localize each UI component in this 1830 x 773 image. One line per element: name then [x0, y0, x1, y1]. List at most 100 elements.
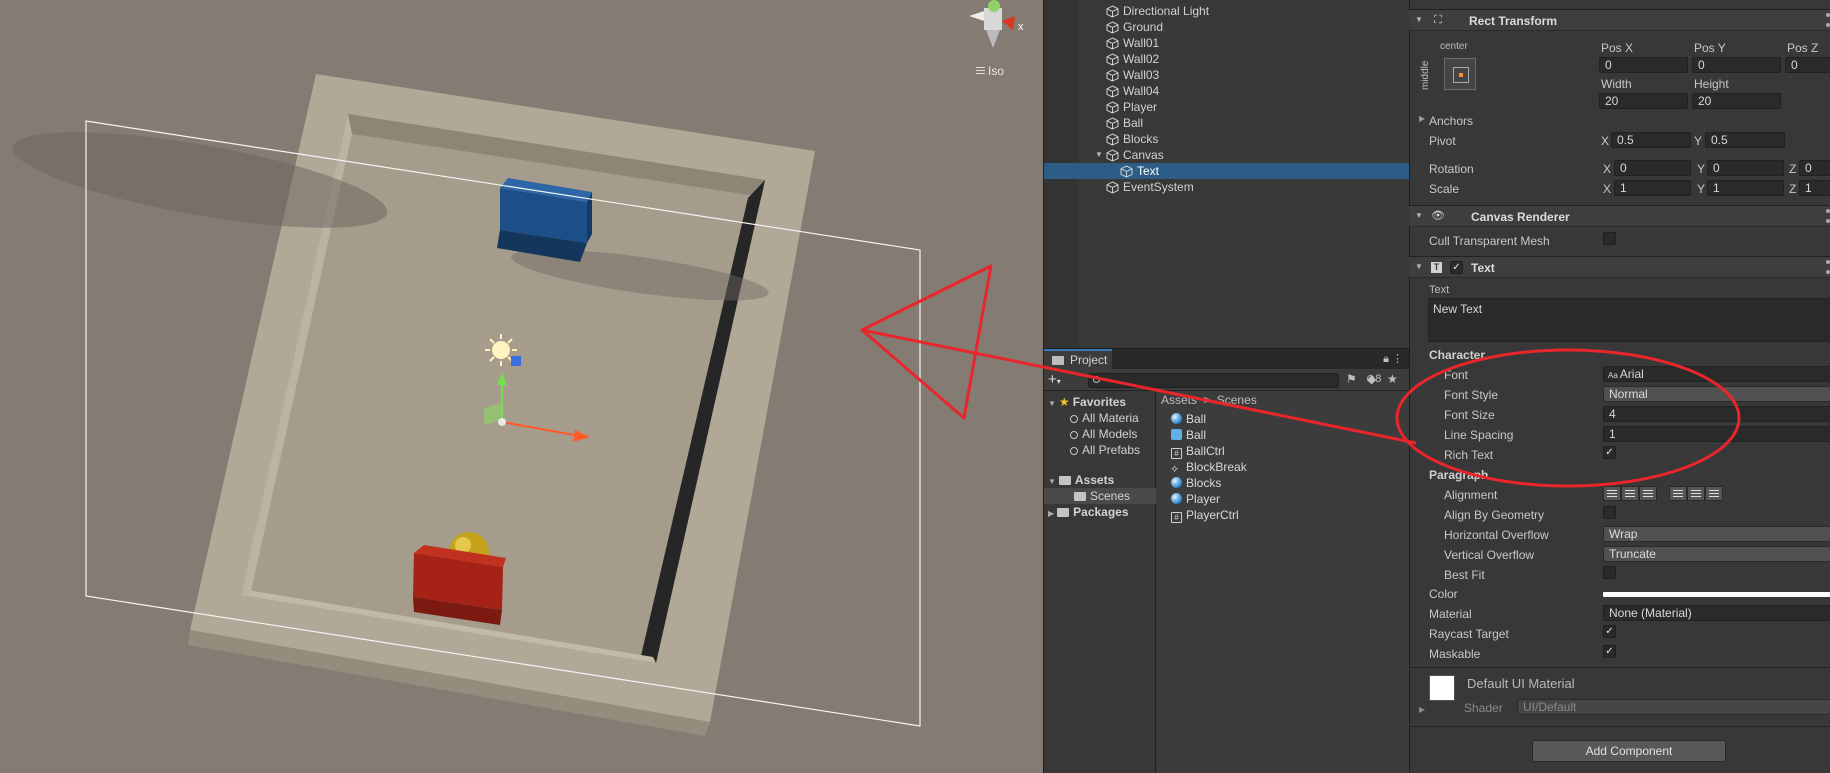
pos-x-field[interactable]: 0 — [1599, 57, 1688, 73]
asset-item[interactable]: Ball — [1171, 411, 1206, 427]
text-content-area[interactable]: New Text — [1428, 298, 1830, 342]
scenes-folder[interactable]: Scenes — [1044, 488, 1156, 504]
raycast-checkbox[interactable]: ✓ — [1603, 625, 1616, 638]
hierarchy-item[interactable]: EventSystem — [1044, 179, 1410, 195]
height-field[interactable]: 20 — [1692, 93, 1781, 109]
hierarchy-item[interactable]: Wall03 — [1044, 67, 1410, 83]
component-menu-icon[interactable] — [1826, 209, 1830, 223]
hierarchy-item[interactable]: Ball — [1044, 115, 1410, 131]
asset-item[interactable]: Blocks — [1171, 475, 1221, 491]
align-right-button[interactable] — [1639, 486, 1657, 501]
favorite-all-models[interactable]: All Models — [1070, 426, 1137, 442]
shader-foldout-icon[interactable]: ▶ — [1419, 705, 1425, 714]
font-size-label: Font Size — [1444, 408, 1495, 422]
foldout-arrow-icon[interactable]: ▼ — [1415, 15, 1423, 24]
component-menu-icon[interactable] — [1826, 260, 1830, 274]
star-filter-icon[interactable]: ★ — [1387, 372, 1398, 386]
favorite-all-materials[interactable]: All Materia — [1070, 410, 1139, 426]
align-left-button[interactable] — [1603, 486, 1621, 501]
font-field[interactable]: Aa Arial — [1603, 366, 1830, 382]
svg-text:x: x — [1018, 21, 1024, 33]
anchors-foldout-icon[interactable]: ▶ — [1419, 114, 1425, 123]
orientation-gizmo[interactable]: x — [969, 0, 1024, 48]
favorite-all-prefabs[interactable]: All Prefabs — [1070, 442, 1140, 458]
asset-item[interactable]: # PlayerCtrl — [1171, 507, 1239, 523]
line-spacing-label: Line Spacing — [1444, 428, 1514, 442]
expand-arrow-icon[interactable]: ▼ — [1095, 147, 1103, 163]
rotation-y-field[interactable]: 0 — [1707, 160, 1784, 176]
material-field[interactable]: None (Material) — [1603, 605, 1830, 621]
gameobject-cube-icon — [1106, 181, 1119, 194]
breadcrumb-assets[interactable]: Assets — [1161, 393, 1197, 407]
text-enabled-checkbox[interactable]: ✓ — [1450, 261, 1463, 274]
cull-mesh-checkbox[interactable] — [1603, 232, 1616, 245]
font-style-dropdown[interactable]: Normal — [1603, 386, 1830, 402]
color-field[interactable] — [1603, 592, 1830, 597]
pivot-y-field[interactable]: 0.5 — [1705, 132, 1785, 148]
filter-type-icon[interactable]: ⚑ — [1346, 372, 1357, 386]
hierarchy-item[interactable]: Wall01 — [1044, 35, 1410, 51]
create-button[interactable]: +▾ — [1048, 372, 1061, 389]
foldout-arrow-icon[interactable]: ▼ — [1415, 262, 1423, 271]
v-overflow-dropdown[interactable]: Truncate — [1603, 546, 1830, 562]
add-component-button[interactable]: Add Component — [1532, 740, 1726, 762]
align-middle-button[interactable] — [1687, 486, 1705, 501]
pivot-x-field[interactable]: 0.5 — [1611, 132, 1691, 148]
hidden-count[interactable]: ⊘8 — [1366, 372, 1381, 385]
asset-item[interactable]: # BallCtrl — [1171, 443, 1225, 459]
search-icon — [1070, 431, 1078, 439]
scene-view[interactable]: x Iso — [0, 0, 1043, 773]
scene-viewport[interactable]: x — [0, 0, 1043, 773]
asset-item[interactable]: Player — [1171, 491, 1220, 507]
search-input[interactable] — [1105, 374, 1335, 387]
pos-y-field[interactable]: 0 — [1692, 57, 1781, 73]
favorites-node[interactable]: ▼ ★ Favorites — [1048, 394, 1126, 410]
hierarchy-item[interactable]: ▼ Canvas — [1044, 147, 1410, 163]
kebab-menu-icon[interactable]: ⋮ — [1392, 353, 1403, 365]
line-spacing-field[interactable]: 1 — [1603, 426, 1830, 442]
panel-menu[interactable]: 🔒︎ ⋮ — [1383, 352, 1403, 366]
gameobject-cube-icon — [1106, 101, 1119, 114]
folder-icon — [1057, 508, 1070, 517]
align-center-button[interactable] — [1621, 486, 1639, 501]
tab-project[interactable]: Project — [1044, 349, 1112, 369]
font-size-field[interactable]: 4 — [1603, 406, 1830, 422]
hierarchy-item[interactable]: Directional Light — [1044, 3, 1410, 19]
projection-toggle[interactable]: Iso — [976, 64, 1004, 78]
breadcrumb-scenes[interactable]: Scenes — [1217, 393, 1257, 407]
lock-icon[interactable]: 🔒︎ — [1383, 353, 1389, 365]
width-field[interactable]: 20 — [1599, 93, 1688, 109]
component-menu-icon[interactable] — [1826, 13, 1830, 27]
rotation-z-field[interactable]: 0 — [1799, 160, 1830, 176]
align-geometry-checkbox[interactable] — [1603, 506, 1616, 519]
hierarchy-item[interactable]: Blocks — [1044, 131, 1410, 147]
scale-y-field[interactable]: 1 — [1707, 180, 1784, 196]
best-fit-checkbox[interactable] — [1603, 566, 1616, 579]
canvas-renderer-header[interactable]: ▼ 👁︎ Canvas Renderer — [1409, 205, 1830, 227]
assets-node[interactable]: ▼ Assets — [1048, 472, 1114, 488]
search-field[interactable] — [1088, 373, 1339, 388]
hierarchy-item[interactable]: Wall04 — [1044, 83, 1410, 99]
shader-dropdown[interactable]: UI/Default — [1517, 699, 1830, 715]
rect-transform-header[interactable]: ▼ ⛶ Rect Transform — [1409, 9, 1830, 31]
rich-text-checkbox[interactable]: ✓ — [1603, 446, 1616, 459]
hierarchy-item[interactable]: Player — [1044, 99, 1410, 115]
foldout-arrow-icon[interactable]: ▼ — [1415, 211, 1423, 220]
text-component-header[interactable]: ▼ T ✓ Text — [1409, 256, 1830, 278]
maskable-checkbox[interactable]: ✓ — [1603, 645, 1616, 658]
align-top-button[interactable] — [1669, 486, 1687, 501]
rotation-x-field[interactable]: 0 — [1614, 160, 1691, 176]
packages-node[interactable]: ▶ Packages — [1048, 504, 1129, 520]
h-overflow-dropdown[interactable]: Wrap — [1603, 526, 1830, 542]
scale-x-field[interactable]: 1 — [1614, 180, 1691, 196]
hierarchy-item[interactable]: Text — [1044, 163, 1410, 179]
hierarchy-item[interactable]: Ground — [1044, 19, 1410, 35]
anchors-label[interactable]: Anchors — [1429, 114, 1473, 128]
asset-item[interactable]: ⟡ BlockBreak — [1171, 459, 1247, 475]
asset-item[interactable]: Ball — [1171, 427, 1206, 443]
align-bottom-button[interactable] — [1705, 486, 1723, 501]
hierarchy-item[interactable]: Wall02 — [1044, 51, 1410, 67]
scale-z-field[interactable]: 1 — [1799, 180, 1830, 196]
pos-z-field[interactable]: 0 — [1785, 57, 1830, 73]
anchor-presets-button[interactable] — [1444, 58, 1476, 90]
